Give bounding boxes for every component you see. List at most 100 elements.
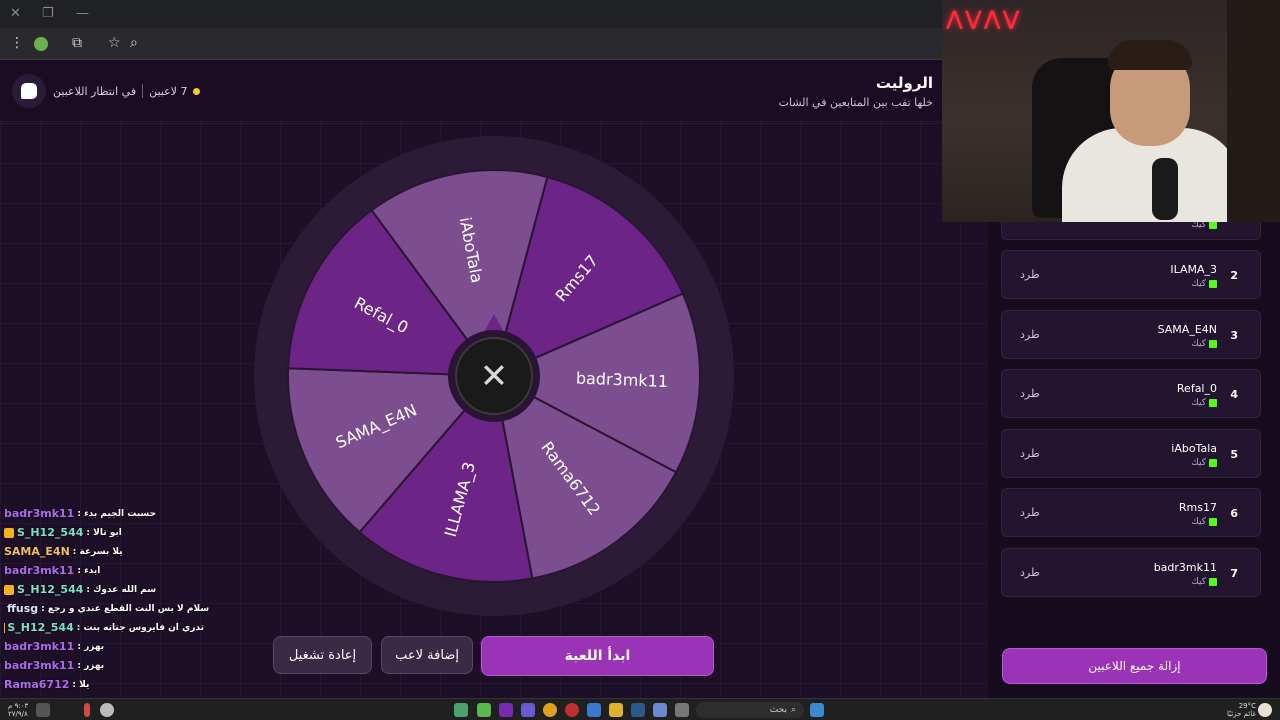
- chat-text: : ابدء: [77, 565, 101, 576]
- chat-username: S_H12_544: [17, 583, 84, 596]
- kick-player-button[interactable]: طرد: [1020, 268, 1040, 281]
- player-source: كيك: [1191, 339, 1217, 349]
- file-explorer-icon[interactable]: [609, 703, 623, 717]
- player-source: كيك: [1191, 577, 1217, 587]
- chat-text: : بهزر: [77, 660, 105, 671]
- chat-message: S_H12_544: ابو تالا: [4, 523, 204, 542]
- player-name: Rms17: [1178, 501, 1217, 515]
- discord-icon[interactable]: [521, 703, 535, 717]
- zoom-icon[interactable]: ⌕: [130, 35, 138, 51]
- app-logo[interactable]: [12, 74, 46, 108]
- menu-dots-icon[interactable]: ⋮: [10, 35, 24, 51]
- app-icon-1[interactable]: [454, 703, 468, 717]
- player-name: badr3mk11: [1153, 561, 1217, 574]
- remove-all-players-button[interactable]: إزالة جميع اللاعبين: [1002, 648, 1267, 684]
- kick-player-button[interactable]: طرد: [1020, 387, 1040, 400]
- chat-message: S_H12_544: سم الله عدوك: [4, 580, 204, 599]
- kick-logo-icon: [1209, 280, 1217, 288]
- player-name: ILAMA_3: [1170, 263, 1217, 276]
- chat-text: : سلام لا بس النت القطع عندي و رجع: [41, 603, 210, 614]
- obs-icon[interactable]: [565, 703, 579, 717]
- player-rank: 7: [1230, 567, 1238, 580]
- webcam-overlay: ⋀⋁⋀⋁: [942, 0, 1280, 222]
- app-icon-11[interactable]: [675, 703, 689, 717]
- chat-text: : يلا بسرعة: [72, 546, 123, 557]
- kick-player-button[interactable]: طرد: [1020, 328, 1040, 341]
- chat-text: : ابو تالا: [86, 527, 122, 538]
- start-menu-icon[interactable]: [810, 703, 824, 717]
- player-name: iAboTala: [1171, 441, 1217, 455]
- player-row: 4 Refal_0 كيك طرد: [1001, 369, 1261, 419]
- kick-logo-icon: [1209, 399, 1217, 408]
- microphone: [1152, 158, 1178, 220]
- restore-window-icon[interactable]: ❐: [42, 6, 54, 21]
- player-rank: 6: [1230, 507, 1238, 521]
- taskbar-search[interactable]: بحث ⌕: [696, 702, 804, 718]
- kick-logo-icon: [1209, 458, 1217, 467]
- kick-player-button[interactable]: طرد: [1020, 566, 1040, 579]
- app-icon-10[interactable]: [653, 703, 667, 717]
- restart-button[interactable]: إعادة تشغيل: [273, 636, 372, 674]
- chat-message: badr3mk11: ابدء: [4, 561, 204, 580]
- volume-icon[interactable]: [36, 703, 50, 717]
- player-source: كيك: [1191, 517, 1217, 527]
- waiting-status: في انتظار اللاعبين: [53, 84, 137, 98]
- chat-username: badr3mk11: [4, 640, 75, 653]
- background-shelf: [1227, 0, 1280, 222]
- roulette-wheel[interactable]: Rms17 badr3mk11 Rama6712 ILLAMA_3 SAMA_E4N Re…: [252, 134, 736, 618]
- status-divider: [142, 84, 144, 98]
- mic-icon[interactable]: [84, 703, 90, 717]
- kick-logo-icon: [1209, 339, 1217, 348]
- chat-message: ffusg: سلام لا بس النت القطع عندي و رجع: [4, 599, 209, 618]
- add-player-button[interactable]: إضافة لاعب: [381, 636, 473, 674]
- chat-text: : سم الله عدوك: [86, 584, 157, 595]
- chat-text: : بهزر: [77, 641, 105, 652]
- kick-player-button[interactable]: طرد: [1020, 506, 1040, 519]
- chat-message: S_H12_544: تدري ان فايروس جتاته بنت: [4, 618, 204, 637]
- chat-username: badr3mk11: [4, 564, 75, 577]
- chat-text: : حسبت الجيم بدء: [77, 508, 157, 519]
- chat-text: : يلا: [72, 679, 90, 690]
- clock: ٩:٠٣ م ٢٧/٩/٨: [8, 702, 29, 718]
- neon-sign: ⋀⋁⋀⋁: [946, 6, 1022, 30]
- subscriber-badge-icon: [4, 584, 14, 595]
- steam-icon[interactable]: [631, 703, 645, 717]
- minimize-window-icon[interactable]: —: [76, 6, 89, 21]
- profile-icon[interactable]: [34, 37, 48, 51]
- chat-message: Rama6712: يلا: [4, 675, 204, 694]
- kick-player-button[interactable]: طرد: [1020, 447, 1040, 460]
- chrome-icon[interactable]: [543, 703, 557, 717]
- xbox-icon[interactable]: [477, 703, 491, 717]
- streamer-hair: [1108, 40, 1192, 70]
- kick-logo-icon: [1209, 518, 1217, 527]
- chat-username: Rama6712: [4, 678, 70, 691]
- weather: 29°C غائم جزئيًا: [1226, 702, 1256, 718]
- page-title: الروليت: [875, 74, 933, 92]
- player-row: 5 iAboTala كيك طرد: [1001, 428, 1261, 478]
- player-row: 7 badr3mk11 كيك طرد: [1001, 548, 1261, 597]
- start-game-button[interactable]: ابدأ اللعبة: [481, 636, 714, 676]
- player-source: كيك: [1191, 398, 1217, 408]
- app-icon-3[interactable]: [499, 703, 513, 717]
- store-icon[interactable]: [587, 703, 601, 717]
- player-source: كيك: [1191, 279, 1217, 289]
- search-icon: ⌕: [790, 705, 796, 715]
- player-rank: 4: [1230, 388, 1238, 402]
- player-name: SAMA_E4N: [1157, 322, 1217, 336]
- chat-username: badr3mk11: [4, 507, 75, 520]
- extensions-icon[interactable]: ⧉: [72, 35, 82, 51]
- player-name: Refal_0: [1176, 382, 1217, 396]
- weather-icon: [1258, 703, 1272, 717]
- wheel-svg: Rms17badr3mk11Rama6712ILLAMA_3SAMA_E4NRe…: [254, 136, 734, 616]
- close-window-icon[interactable]: ✕: [10, 6, 21, 21]
- player-status: 7 لاعبين في انتظار اللاعبين: [53, 84, 201, 98]
- page-subtitle: خلها تقب بين المتابعين في الشات: [778, 96, 933, 109]
- cloud-icon[interactable]: [100, 703, 114, 717]
- player-rank: 3: [1230, 328, 1238, 342]
- chat-username: badr3mk11: [4, 659, 75, 672]
- player-rank: 5: [1230, 447, 1238, 461]
- player-rank: 2: [1230, 269, 1238, 282]
- bookmark-star-icon[interactable]: ☆: [108, 35, 121, 51]
- kick-logo-icon: [1209, 578, 1217, 586]
- player-source: كيك: [1191, 458, 1217, 468]
